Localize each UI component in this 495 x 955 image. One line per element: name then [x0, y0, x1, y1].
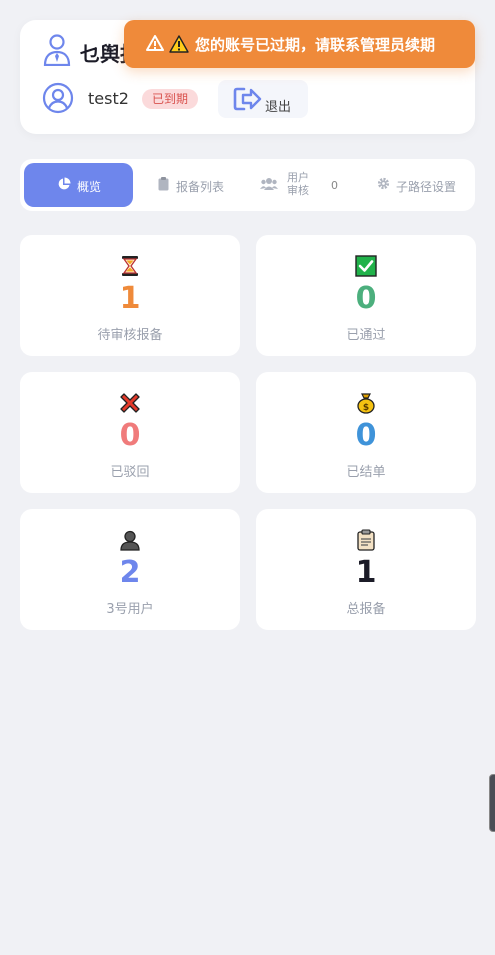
stat-card-approved: 0 已通过	[256, 235, 476, 356]
stat-value: 2	[119, 555, 141, 590]
stat-card-closed: $ 0 已结单	[256, 372, 476, 493]
username: test2	[88, 89, 129, 108]
stat-caption: 已通过	[346, 328, 386, 343]
user-review-count: 0	[331, 179, 338, 192]
users-icon	[260, 178, 278, 190]
toast-message: 您的账号已过期，请联系管理员续期	[195, 36, 436, 54]
hourglass-icon	[122, 256, 138, 276]
stat-value: 1	[355, 555, 377, 590]
user-circle-icon	[42, 82, 74, 114]
stat-value: 1	[119, 281, 141, 316]
warning-icon	[146, 35, 164, 51]
stat-card-rejected: 0 已驳回	[20, 372, 240, 493]
logout-label: 退出	[265, 99, 292, 114]
stat-caption: 总报备	[346, 602, 386, 617]
stat-card-total: 1 总报备	[256, 509, 476, 630]
tab-subpath-settings[interactable]: 子路径设置	[358, 163, 468, 207]
stat-caption: 3号用户	[106, 602, 154, 617]
logout-button[interactable]: 退出	[218, 80, 308, 118]
stat-value: 0	[119, 418, 141, 453]
svg-text:$: $	[363, 403, 369, 413]
tab-bar: 概览 报备列表 用户审核 0 子路径设置	[20, 159, 475, 211]
tab-overview[interactable]: 概览	[24, 163, 133, 207]
tab-subpath-settings-label: 子路径设置	[396, 180, 457, 194]
scroll-handle[interactable]	[489, 774, 495, 832]
user-silhouette-icon	[120, 530, 140, 551]
tab-user-review[interactable]: 用户审核 0	[246, 163, 346, 207]
gear-icon	[377, 177, 390, 190]
stat-card-pending: 1 待审核报备	[20, 235, 240, 356]
stat-value: 0	[355, 418, 377, 453]
tab-report-list-label: 报备列表	[176, 180, 225, 194]
tab-report-list[interactable]: 报备列表	[138, 163, 238, 207]
status-badge: 已到期	[142, 89, 199, 109]
check-box-icon	[355, 255, 377, 277]
stat-caption: 已结单	[346, 465, 386, 480]
tab-overview-label: 概览	[77, 180, 102, 194]
pie-chart-icon	[58, 177, 71, 190]
tab-user-review-label: 用户审核	[287, 171, 309, 197]
user-tie-icon	[43, 34, 71, 66]
cross-icon	[120, 393, 140, 413]
expired-toast: 您的账号已过期，请联系管理员续期	[124, 20, 475, 68]
clipboard-icon	[158, 177, 169, 191]
warning-emoji-icon	[169, 35, 189, 53]
stat-value: 0	[355, 281, 377, 316]
stat-card-users: 2 3号用户	[20, 509, 240, 630]
money-bag-icon: $	[357, 393, 375, 414]
stat-caption: 已驳回	[110, 465, 150, 480]
stat-caption: 待审核报备	[97, 328, 163, 343]
clipboard-icon	[357, 529, 375, 551]
logout-icon	[233, 87, 262, 111]
